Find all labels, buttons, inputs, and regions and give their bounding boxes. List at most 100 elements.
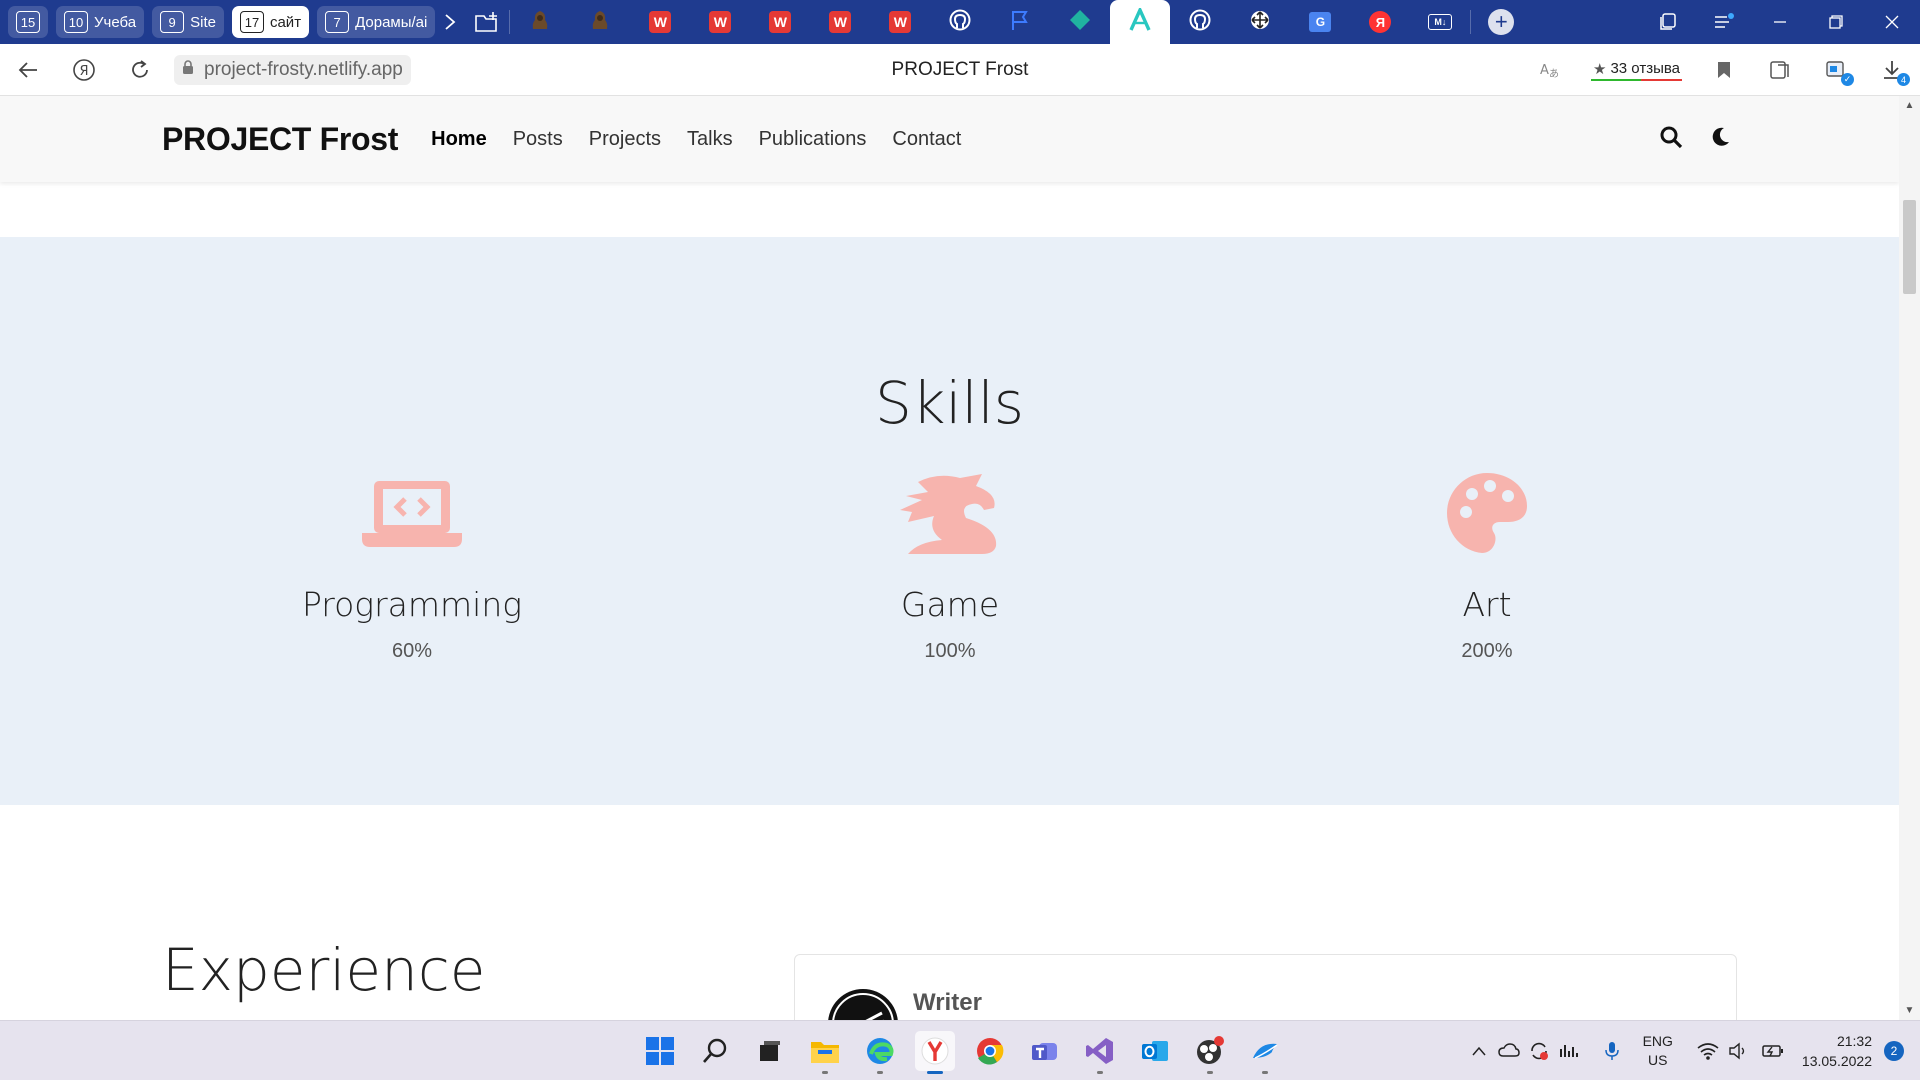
close-window-button[interactable]	[1864, 0, 1920, 44]
nav-link-publications[interactable]: Publications	[746, 128, 880, 151]
new-tab-button[interactable]: +	[1471, 0, 1531, 44]
tab-group[interactable]: 17 сайт	[231, 6, 310, 38]
tab-group-label: сайт	[269, 13, 302, 31]
browser-tab[interactable]: W	[810, 0, 870, 44]
browser-tab[interactable]	[1230, 0, 1290, 44]
dark-mode-moon-icon[interactable]	[1709, 126, 1731, 153]
skill-game: Game 100%	[750, 471, 1150, 663]
browser-tab[interactable]: W	[750, 0, 810, 44]
browser-tab[interactable]	[510, 0, 570, 44]
experience-role: Writer	[913, 989, 982, 1016]
skill-percent: 60%	[391, 640, 433, 662]
tab-group-count: 7	[325, 11, 350, 33]
scroll-down-arrow-icon[interactable]: ▼	[1903, 1005, 1916, 1017]
reload-icon[interactable]	[112, 44, 168, 96]
search-icon[interactable]	[1659, 125, 1683, 154]
show-hidden-icons-chevron[interactable]	[1465, 1037, 1493, 1065]
browser-tab[interactable]: W	[690, 0, 750, 44]
tab-group-count: 15	[16, 11, 40, 33]
onedrive-sync-icon[interactable]	[1495, 1037, 1523, 1065]
tab-group-label: Дорамы/аі	[355, 13, 428, 31]
browser-tab[interactable]	[570, 0, 630, 44]
yandex-home-icon[interactable]: Я	[56, 44, 112, 96]
nav-link-home[interactable]: Home	[418, 128, 500, 151]
downloads-icon[interactable]: 4	[1864, 44, 1920, 96]
markdown-tab-icon[interactable]: M↓	[1410, 0, 1470, 44]
url-field[interactable]: project-frosty.netlify.app	[174, 54, 411, 85]
tab-group[interactable]: 7 Дорамы/аі	[317, 6, 436, 38]
volume-icon[interactable]	[1724, 1037, 1752, 1065]
system-clock[interactable]: 21:32 13.05.2022	[1802, 1031, 1872, 1071]
browser-tab[interactable]	[1170, 0, 1230, 44]
skill-programming: Programming 60%	[212, 471, 612, 663]
bookmark-icon[interactable]	[1696, 44, 1752, 96]
experience-title: Experience	[162, 936, 486, 1004]
visual-studio-icon[interactable]	[1080, 1031, 1120, 1074]
site-navbar: PROJECT Frost Home Posts Projects Talks Publ…	[0, 96, 1899, 182]
collections-icon[interactable]	[1640, 0, 1696, 44]
clock-date: 13.05.2022	[1801, 1053, 1872, 1069]
skills-section: Skills Programming 60% Game 100% Art 200…	[0, 237, 1899, 805]
extension-icon[interactable]: ✓	[1808, 44, 1864, 96]
minimize-button[interactable]	[1752, 0, 1808, 44]
obs-icon[interactable]	[1190, 1031, 1230, 1074]
file-explorer-icon[interactable]	[805, 1031, 845, 1074]
translate-icon[interactable]: Aあ	[1521, 44, 1577, 96]
nav-link-talks[interactable]: Talks	[674, 128, 746, 151]
outlook-icon[interactable]	[1135, 1031, 1175, 1071]
back-button[interactable]	[0, 44, 56, 96]
browser-tab[interactable]	[990, 0, 1050, 44]
input-language[interactable]: ENG US	[1643, 1032, 1673, 1070]
scroll-up-arrow-icon[interactable]: ▲	[1903, 100, 1916, 112]
tab-group[interactable]: 10 Учеба	[56, 6, 145, 38]
browser-tab[interactable]	[1050, 0, 1110, 44]
task-view-icon[interactable]	[750, 1031, 790, 1071]
sync-icon[interactable]	[1525, 1037, 1553, 1065]
nav-link-projects[interactable]: Projects	[576, 128, 674, 151]
yandex-tab-icon[interactable]: Я	[1350, 0, 1410, 44]
svg-text:Я: Я	[79, 64, 88, 79]
microphone-icon[interactable]	[1598, 1037, 1626, 1065]
site-brand[interactable]: PROJECT Frost	[162, 121, 398, 158]
edge-icon[interactable]	[860, 1031, 900, 1074]
scrollbar-thumb[interactable]	[1903, 200, 1916, 294]
teams-icon[interactable]	[1025, 1031, 1065, 1071]
browser-tab[interactable]	[1110, 0, 1171, 44]
restore-button[interactable]	[1808, 0, 1864, 44]
lock-icon	[182, 59, 194, 80]
search-taskbar-icon[interactable]	[695, 1031, 735, 1071]
tab-group-label: Site	[190, 13, 216, 31]
tab-group-count: 10	[64, 11, 88, 33]
browser-tab[interactable]: W	[630, 0, 690, 44]
region-code: US	[1648, 1052, 1668, 1068]
reviews-badge[interactable]: ★ 33 отзыва	[1591, 59, 1682, 81]
more-tabs-chevron-icon[interactable]	[435, 0, 465, 44]
nav-link-posts[interactable]: Posts	[500, 128, 576, 151]
nav-link-contact[interactable]: Contact	[879, 128, 974, 151]
browser-menu-icon[interactable]	[1696, 0, 1752, 44]
tab-group[interactable]: 9 Site	[152, 6, 224, 38]
chrome-icon[interactable]	[970, 1031, 1010, 1071]
github-icon	[1189, 9, 1211, 36]
app-taskbar-icon[interactable]	[1245, 1031, 1285, 1074]
w-icon: W	[829, 11, 852, 33]
wifi-icon[interactable]	[1694, 1037, 1722, 1065]
yandex-browser-icon[interactable]	[915, 1031, 955, 1074]
start-button[interactable]	[640, 1031, 680, 1071]
skill-percent: 200%	[1461, 640, 1513, 662]
skill-percent: 100%	[924, 640, 976, 662]
battery-icon[interactable]	[1759, 1037, 1787, 1065]
notification-count-badge[interactable]: 2	[1884, 1041, 1904, 1061]
browser-tab[interactable]	[930, 0, 990, 44]
avatar-icon	[589, 9, 611, 36]
tab-group-count: 17	[239, 11, 264, 33]
tab-group[interactable]: 15	[8, 6, 48, 38]
equalizer-icon[interactable]	[1555, 1037, 1583, 1065]
browser-tab[interactable]: W	[870, 0, 930, 44]
translate-tab-icon[interactable]: G	[1290, 0, 1350, 44]
reader-mode-icon[interactable]	[1752, 44, 1808, 96]
dragon-icon	[750, 471, 1150, 555]
new-tab-group-icon[interactable]	[465, 0, 509, 44]
w-icon: W	[889, 11, 912, 33]
clock-time: 21:32	[1836, 1033, 1872, 1049]
